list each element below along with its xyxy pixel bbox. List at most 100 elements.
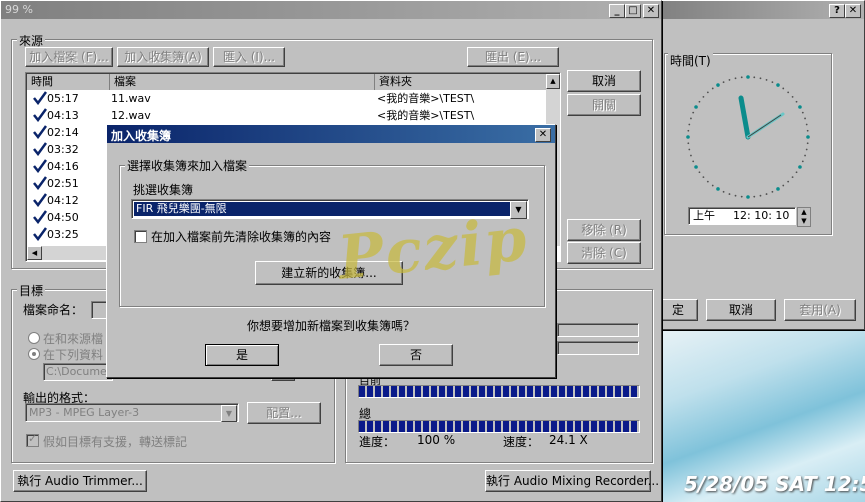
add-file-button[interactable]: 加入檔案 (F)... <box>25 47 113 67</box>
close-icon[interactable]: ✕ <box>845 4 861 18</box>
clock-tick <box>801 111 804 114</box>
cancel-button[interactable]: 取消 <box>567 70 641 92</box>
yes-button[interactable]: 是 <box>205 344 279 366</box>
close-icon[interactable]: ✕ <box>535 128 551 142</box>
mixing-recorder-button[interactable]: 執行 Audio Mixing Recorder... <box>485 470 659 492</box>
check-icon[interactable] <box>33 176 47 190</box>
clock-tick <box>791 95 794 98</box>
clock-tick <box>771 81 774 84</box>
speed-label: 速度： <box>503 435 540 449</box>
status-field-1 <box>557 323 639 337</box>
progress-label: 進度： <box>359 435 396 449</box>
time-field[interactable]: 上午 12: 10: 10 <box>688 207 796 225</box>
main-titlebar <box>1 1 661 19</box>
clear-collection-checkbox[interactable] <box>134 230 147 243</box>
clock-tick <box>706 180 709 183</box>
check-icon[interactable] <box>33 142 47 156</box>
column-header-folder[interactable]: 資料夾 <box>375 74 549 90</box>
clock-tick <box>746 195 750 199</box>
clock-tick <box>692 160 695 163</box>
clock-tick <box>690 154 692 157</box>
clear-collection-label: 在加入檔案前先清除收集簿的內容 <box>151 230 332 244</box>
radio-same-folder[interactable] <box>28 332 40 344</box>
clock-tick <box>740 76 743 79</box>
help-button[interactable]: ? <box>829 4 845 18</box>
tag-checkbox-label: 假如目標有支援，轉送標記 <box>43 435 188 449</box>
time-value: 12: 10: 10 <box>733 209 790 222</box>
maximize-icon[interactable]: □ <box>625 4 641 18</box>
check-icon[interactable] <box>33 210 47 224</box>
row-time: 02:14 <box>47 126 79 139</box>
check-icon[interactable] <box>33 125 47 139</box>
row-time: 04:12 <box>47 194 79 207</box>
current-progress-bar <box>358 385 640 398</box>
no-button[interactable]: 否 <box>379 344 453 366</box>
time-spinner[interactable]: ▲ ▼ <box>797 207 811 227</box>
clock-tick <box>806 142 809 145</box>
clock-tick <box>765 193 768 195</box>
clock-tick <box>771 190 774 193</box>
desktop-timestamp: 5/28/05 SAT 12:59 <box>684 472 865 496</box>
clock-tick <box>753 195 756 198</box>
clock-tick <box>776 83 780 87</box>
output-path-field[interactable]: C:\Documen <box>43 363 114 381</box>
add-collection-button[interactable]: 加入收集簿(A) <box>117 47 209 67</box>
clock-tick <box>690 117 692 120</box>
config-button[interactable]: 配置... <box>247 402 321 424</box>
clock-cancel-button[interactable]: 取消 <box>706 299 776 321</box>
hour-hand <box>738 95 751 140</box>
collection-selected-value: FIR 飛兒樂團-無限 <box>136 202 227 215</box>
clock-tick <box>722 81 725 84</box>
dialog-group-label: 選擇收集簿來加入檔案 <box>125 157 250 174</box>
check-icon[interactable] <box>33 108 47 122</box>
scroll-left-icon[interactable]: ◀ <box>27 246 42 260</box>
clock-tick <box>798 165 802 169</box>
clock-apply-button[interactable]: 套用(A) <box>784 299 856 321</box>
clear-button[interactable]: 清除 (C) <box>567 242 641 264</box>
radio-following-folder[interactable] <box>28 348 40 360</box>
open-button[interactable]: 開關 <box>567 94 641 116</box>
row-folder: <我的音樂>\TEST\ <box>377 109 475 122</box>
clock-tick <box>804 154 806 157</box>
check-icon[interactable] <box>33 227 47 241</box>
scroll-up-icon[interactable]: ▲ <box>546 74 560 89</box>
progress-value: 100 % <box>417 433 456 447</box>
clock-tick <box>759 77 762 80</box>
close-icon[interactable]: ✕ <box>643 4 659 18</box>
clock-ok-button[interactable]: 定 <box>658 299 698 321</box>
clock-tick <box>692 111 695 114</box>
chevron-down-icon[interactable]: ▼ <box>221 405 237 422</box>
export-button[interactable]: 匯出 (E)... <box>467 47 559 67</box>
check-icon[interactable] <box>33 193 47 207</box>
clock-tick <box>728 79 731 81</box>
row-time: 05:17 <box>47 92 79 105</box>
import-button[interactable]: 匯入 (I)... <box>213 47 285 67</box>
remove-button[interactable]: 移除 (R) <box>567 219 641 241</box>
column-header-file[interactable]: 檔案 <box>110 74 375 90</box>
output-format-select[interactable]: MP3 - MPEG Layer-3 ▼ <box>25 403 239 422</box>
minimize-icon[interactable]: _ <box>609 4 625 18</box>
column-header-time[interactable]: 時間 <box>27 74 110 90</box>
clock-tick <box>702 95 705 98</box>
row-file: 11.wav <box>111 92 151 105</box>
clock-tick <box>734 194 737 197</box>
check-icon[interactable] <box>33 159 47 173</box>
row-time: 04:50 <box>47 211 79 224</box>
clock-tick <box>687 129 690 132</box>
clock-tick <box>798 105 802 109</box>
clock-tick <box>782 87 785 90</box>
check-icon[interactable] <box>33 91 47 105</box>
clock-tick <box>716 187 720 191</box>
clock-tick <box>728 193 731 195</box>
clock-tick <box>698 100 701 103</box>
second-hand <box>747 114 782 138</box>
clock-tick <box>806 135 810 139</box>
clock-tick <box>734 77 737 80</box>
status-field-2 <box>557 341 639 355</box>
clock-tick <box>698 171 701 174</box>
trimmer-button[interactable]: 執行 Audio Trimmer... <box>13 470 147 492</box>
table-row[interactable]: 04:13 12.wav <我的音樂>\TEST\ <box>27 107 547 124</box>
tag-checkbox[interactable]: ✓ <box>26 432 39 447</box>
table-row[interactable]: 05:17 11.wav <我的音樂>\TEST\ <box>27 90 547 107</box>
main-title: 99 % <box>5 3 33 16</box>
